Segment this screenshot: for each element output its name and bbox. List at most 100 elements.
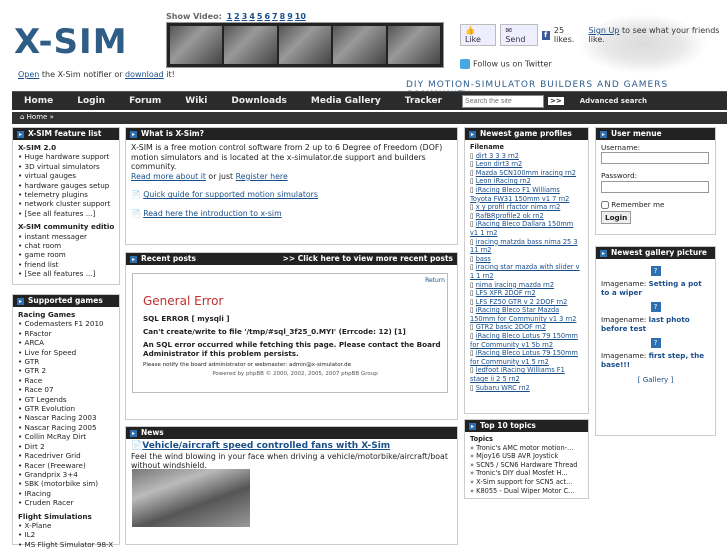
- nav-forum[interactable]: Forum: [117, 96, 173, 106]
- nav-home[interactable]: Home: [12, 96, 65, 106]
- profile-link[interactable]: iRacing Bleco Lotus 79 150mm for Communi…: [470, 332, 578, 349]
- profile-link[interactable]: iRacing Bleco F1 Williams Toyota FW31 15…: [470, 186, 569, 203]
- feature-item[interactable]: • network cluster support: [18, 199, 114, 208]
- video-thumb[interactable]: [387, 26, 441, 64]
- profile-link[interactable]: x y profil rfactor nima rn2: [476, 203, 561, 211]
- profile-item[interactable]: ▯ iracing star mazda with slider v 1 1 r…: [470, 263, 583, 280]
- game-item[interactable]: • Nascar Racing 2005: [18, 423, 114, 432]
- profile-item[interactable]: ▯ Leon dirt3 rn2: [470, 160, 583, 169]
- profile-item[interactable]: ▯ iRacing Bleco F1 Williams Toyota FW31 …: [470, 186, 583, 203]
- username-field[interactable]: [601, 152, 709, 165]
- topic-item[interactable]: » SCN5 / SCN6 Hardware Thread: [470, 461, 583, 470]
- news-photo[interactable]: [132, 469, 250, 527]
- nav-wiki[interactable]: Wiki: [173, 96, 219, 106]
- video-number-link[interactable]: 1: [227, 12, 233, 21]
- like-button[interactable]: 👍 Like: [460, 24, 497, 46]
- topic-item[interactable]: » K8055 - Dual Wiper Motor C...: [470, 487, 583, 496]
- profile-link[interactable]: iRacing Bleco Lotus 79 150mm for Communi…: [470, 349, 578, 366]
- game-item[interactable]: • GTR Evolution: [18, 404, 114, 413]
- profile-item[interactable]: ▯ iRacing Bleco Lotus 79 150mm for Commu…: [470, 332, 583, 349]
- register-link[interactable]: Register here: [236, 172, 288, 181]
- video-number-link[interactable]: 8: [280, 12, 286, 21]
- video-thumbnail-strip[interactable]: [166, 22, 444, 68]
- profile-link[interactable]: Leon iRacing rn2: [476, 177, 531, 185]
- profile-item[interactable]: ▯ GTR2 basic 2DOF rn2: [470, 323, 583, 332]
- site-logo[interactable]: X-SIM: [14, 22, 128, 62]
- game-item[interactable]: • Collin McRay Dirt: [18, 432, 114, 441]
- search-go-button[interactable]: >>: [548, 97, 564, 105]
- game-item[interactable]: • Grandprix 3+4: [18, 470, 114, 479]
- game-item[interactable]: • MS Flight Simulator 98-X: [18, 540, 114, 549]
- breadcrumb-home[interactable]: Home »: [27, 113, 54, 121]
- profile-link[interactable]: bass: [476, 255, 491, 263]
- news-headline-link[interactable]: Vehicle/aircraft speed controlled fans w…: [142, 441, 390, 451]
- video-number-link[interactable]: 7: [272, 12, 278, 21]
- search-input[interactable]: [462, 94, 545, 108]
- signup-link[interactable]: Sign Up: [589, 26, 620, 35]
- gallery-thumb-icon[interactable]: ?: [650, 266, 661, 276]
- profile-link[interactable]: GTR2 basic 2DOF rn2: [476, 323, 546, 331]
- feature-item[interactable]: • game room: [18, 250, 114, 259]
- video-number-link[interactable]: 2: [234, 12, 240, 21]
- profile-item[interactable]: ▯ ledfoot iRacing Williams F1 stage ii 2…: [470, 366, 583, 383]
- profile-link[interactable]: iracing matzda bass nima 25 3 11 rn2: [470, 238, 578, 255]
- profile-link[interactable]: Subaru WRC rn2: [476, 384, 530, 392]
- feature-item[interactable]: • [See all features ...]: [18, 209, 114, 218]
- return-link[interactable]: Return: [133, 274, 447, 287]
- video-thumb[interactable]: [278, 26, 332, 64]
- profile-item[interactable]: ▯ Leon iRacing rn2: [470, 177, 583, 186]
- nav-tracker[interactable]: Tracker: [393, 96, 454, 106]
- topic-item[interactable]: » X-Sim support for SCN5 act...: [470, 478, 583, 487]
- game-item[interactable]: • IL2: [18, 530, 114, 539]
- profile-link[interactable]: iRacing Bleco Star Mazda 150mm for Commu…: [470, 306, 576, 323]
- game-item[interactable]: • Racedriver Grid: [18, 451, 114, 460]
- profile-link[interactable]: RafBRprofile2 ok rn2: [476, 212, 544, 220]
- topic-item[interactable]: » Mjoy16 USB AVR Joystick: [470, 452, 583, 461]
- profile-link[interactable]: iracing star mazda with slider v 1 1 rn2: [470, 263, 580, 280]
- game-item[interactable]: • Cruden Racer: [18, 498, 114, 507]
- feature-item[interactable]: • 3D virtual simulators: [18, 162, 114, 171]
- game-item[interactable]: • Racer (Freeware): [18, 461, 114, 470]
- introduction-link[interactable]: Read here the introduction to x-sim: [143, 209, 282, 218]
- video-thumb[interactable]: [224, 26, 277, 64]
- feature-item[interactable]: • telemetry plugins: [18, 190, 114, 199]
- video-number-link[interactable]: 6: [264, 12, 270, 21]
- feature-item[interactable]: • Huge hardware support: [18, 152, 114, 161]
- game-item[interactable]: • Race 07: [18, 385, 114, 394]
- profile-item[interactable]: ▯ dirt 3 3 3 rn2: [470, 152, 583, 161]
- game-item[interactable]: • SBK (motorbike sim): [18, 479, 114, 488]
- profile-link[interactable]: Leon dirt3 rn2: [476, 160, 523, 168]
- video-thumb[interactable]: [333, 26, 386, 64]
- feature-item[interactable]: • chat room: [18, 241, 114, 250]
- gallery-thumb-icon[interactable]: ?: [650, 301, 661, 312]
- game-item[interactable]: • ARCA: [18, 338, 114, 347]
- topic-item[interactable]: » Tronic's DIY dual Mosfet H...: [470, 469, 583, 478]
- profile-item[interactable]: ▯ iRacing Bleco Lotus 79 150mm for Commu…: [470, 349, 583, 366]
- remember-checkbox[interactable]: [601, 200, 609, 209]
- login-button[interactable]: Login: [601, 211, 632, 225]
- game-item[interactable]: • GTR: [18, 357, 114, 366]
- profile-item[interactable]: ▯ bass: [470, 255, 583, 264]
- game-item[interactable]: • Live for Speed: [18, 348, 114, 357]
- profile-item[interactable]: ▯ LFS XFR 2DOF rn2: [470, 289, 583, 298]
- topic-item[interactable]: » Tronic's AMC motor motion-...: [470, 444, 583, 453]
- game-item[interactable]: • Nascar Racing 2003: [18, 413, 114, 422]
- video-number-link[interactable]: 4: [249, 12, 255, 21]
- game-item[interactable]: • Dirt 2: [18, 442, 114, 451]
- profile-link[interactable]: LFS FZ50 GTR v 2 2DOF rn2: [476, 298, 568, 306]
- twitter-follow[interactable]: Follow us on Twitter: [460, 59, 552, 69]
- video-number-link[interactable]: 3: [242, 12, 248, 21]
- read-more-link[interactable]: Read more about it: [131, 172, 206, 181]
- view-more-posts-link[interactable]: >> Click here to view more recent posts: [283, 253, 453, 265]
- profile-item[interactable]: ▯ LFS FZ50 GTR v 2 2DOF rn2: [470, 298, 583, 307]
- profile-item[interactable]: ▯ iracing matzda bass nima 25 3 11 rn2: [470, 238, 583, 255]
- nav-downloads[interactable]: Downloads: [219, 96, 299, 106]
- profile-link[interactable]: LFS XFR 2DOF rn2: [476, 289, 536, 297]
- profile-item[interactable]: ▯ Subaru WRC rn2: [470, 384, 583, 393]
- profile-item[interactable]: ▯ x y profil rfactor nima rn2: [470, 203, 583, 212]
- profile-link[interactable]: ledfoot iRacing Williams F1 stage ii 2 5…: [470, 366, 565, 383]
- video-number-link[interactable]: 9: [287, 12, 293, 21]
- game-item[interactable]: • GTR 2: [18, 366, 114, 375]
- video-thumb[interactable]: [170, 26, 223, 64]
- nav-media-gallery[interactable]: Media Gallery: [299, 96, 393, 106]
